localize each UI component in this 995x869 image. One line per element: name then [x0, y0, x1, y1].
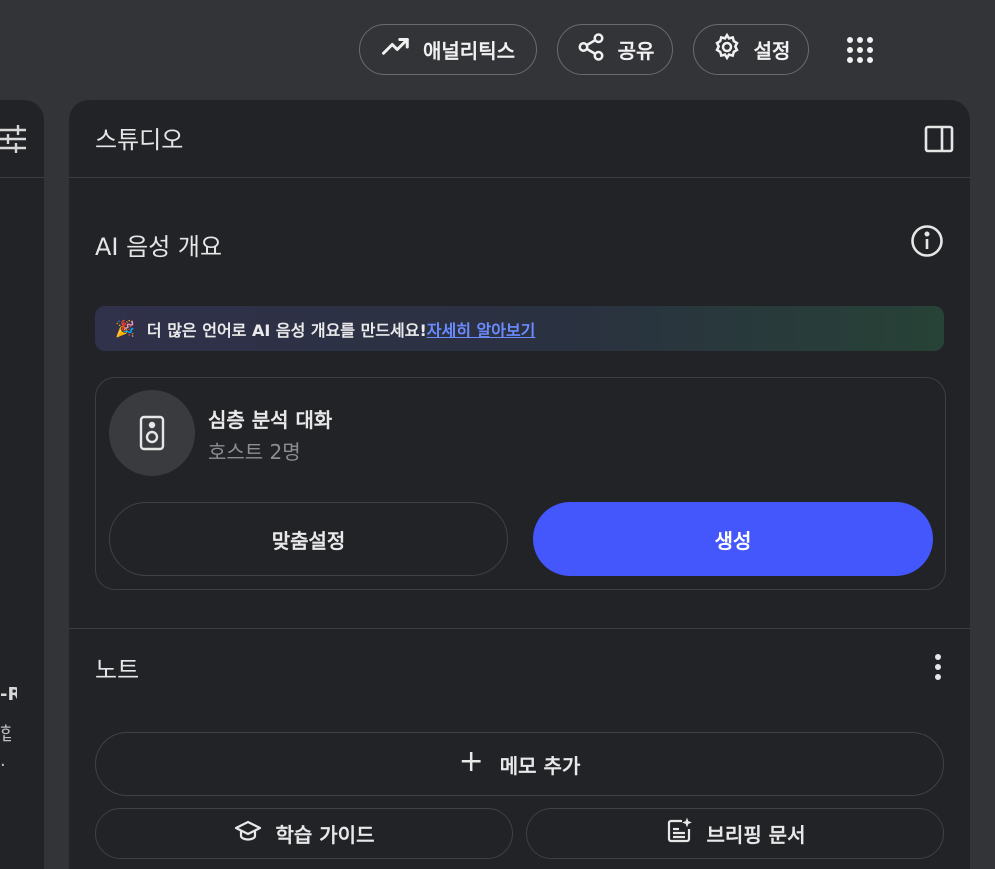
more-vert-icon[interactable]	[926, 652, 950, 682]
sources-panel: -R 합 .	[0, 100, 44, 869]
studio-title: 스튜디오	[95, 126, 184, 154]
add-memo-button[interactable]: + 메모 추가	[95, 732, 944, 796]
left-panel-text: -R	[0, 684, 17, 705]
notes-title: 노트	[95, 656, 140, 684]
share-label: 공유	[617, 39, 655, 63]
briefing-doc-button[interactable]: 브리핑 문서	[526, 808, 944, 859]
info-icon[interactable]	[910, 224, 944, 258]
study-guide-label: 학습 가이드	[275, 823, 375, 847]
learn-more-link[interactable]: 자세히 알아보기	[427, 317, 536, 341]
apps-grid-icon[interactable]	[844, 34, 876, 66]
add-memo-label: 메모 추가	[499, 753, 581, 778]
section-divider	[69, 628, 970, 629]
settings-button[interactable]: 설정	[693, 24, 809, 75]
settings-label: 설정	[753, 39, 791, 63]
card-title: 심층 분석 대화	[208, 408, 333, 432]
gear-icon	[712, 32, 742, 67]
customize-button[interactable]: 맞춤설정	[109, 502, 508, 576]
language-banner: 🎉 더 많은 언어로 AI 음성 개요를 만드세요! 자세히 알아보기	[95, 306, 944, 351]
party-popper-icon: 🎉	[115, 319, 135, 338]
analytics-label: 애널리틱스	[423, 39, 515, 63]
top-bar: 애널리틱스 공유 설정	[0, 24, 995, 75]
speaker-icon	[109, 390, 195, 476]
studio-panel: 스튜디오 AI 음성 개요 🎉 더 많은 언어로 AI 음성 개요를 만드세요!…	[69, 100, 970, 869]
document-sparkle-icon	[665, 817, 693, 850]
app-root: 애널리틱스 공유 설정 -R 합 스튜디오 AI 음성 개요 🎉 더 많은 언어…	[0, 0, 995, 869]
banner-text: 더 많은 언어로 AI 음성 개요를 만드세요!	[146, 320, 427, 340]
panel-divider	[0, 177, 44, 178]
analytics-button[interactable]: 애널리틱스	[359, 24, 537, 75]
studio-header: 스튜디오	[69, 100, 970, 178]
audio-overview-card: 심층 분석 대화 호스트 2명 맞춤설정 생성	[95, 377, 946, 590]
plus-icon: +	[458, 744, 484, 779]
trending-up-icon	[381, 32, 411, 67]
generate-button[interactable]: 생성	[533, 502, 933, 576]
briefing-doc-label: 브리핑 문서	[706, 823, 806, 847]
share-button[interactable]: 공유	[557, 24, 673, 75]
share-icon	[576, 32, 606, 67]
study-guide-button[interactable]: 학습 가이드	[95, 808, 513, 859]
audio-overview-title: AI 음성 개요	[95, 233, 223, 261]
panel-toggle-icon[interactable]	[924, 124, 954, 154]
left-panel-text: 합	[0, 724, 11, 745]
left-panel-text: .	[0, 750, 4, 771]
card-subtitle: 호스트 2명	[208, 440, 301, 464]
graduation-cap-icon	[234, 817, 262, 850]
tune-icon[interactable]	[0, 124, 26, 154]
